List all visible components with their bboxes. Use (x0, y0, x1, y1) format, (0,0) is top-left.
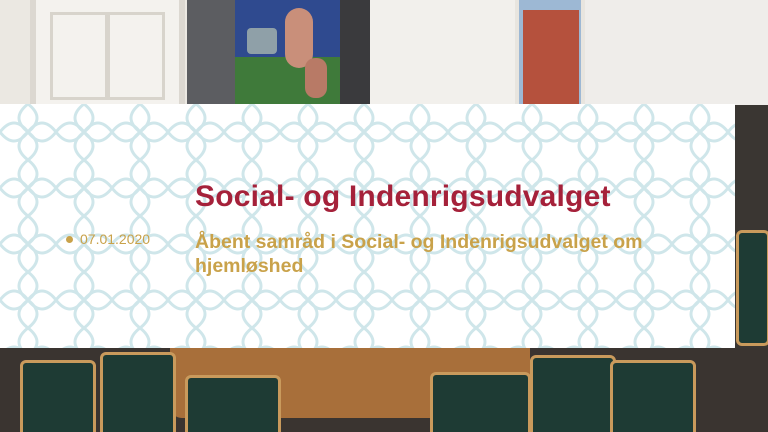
chair (430, 372, 531, 432)
chair (100, 352, 176, 432)
chair (530, 355, 616, 432)
session-subtitle: Åbent samråd i Social- og Indenrigsudval… (195, 231, 643, 277)
banner-pattern (0, 104, 735, 348)
background-painting (235, 0, 340, 105)
video-frame: Social- og Indenrigsudvalget 07.01.2020 … (0, 0, 768, 432)
background-door (30, 0, 185, 105)
committee-title: Social- og Indenrigsudvalget (195, 180, 611, 213)
bullet-dot-icon (66, 235, 73, 243)
chair (610, 360, 696, 432)
background-window (515, 0, 585, 105)
session-date: 07.01.2020 (66, 231, 150, 247)
title-banner (0, 104, 735, 348)
session-date-text: 07.01.2020 (80, 231, 151, 247)
background-door-frame (340, 0, 370, 105)
background-wall-right (585, 0, 768, 105)
chair (20, 360, 96, 432)
background-pillar (187, 0, 235, 105)
chair (736, 230, 768, 346)
background-wall-mid (370, 0, 515, 105)
chair (185, 375, 281, 432)
